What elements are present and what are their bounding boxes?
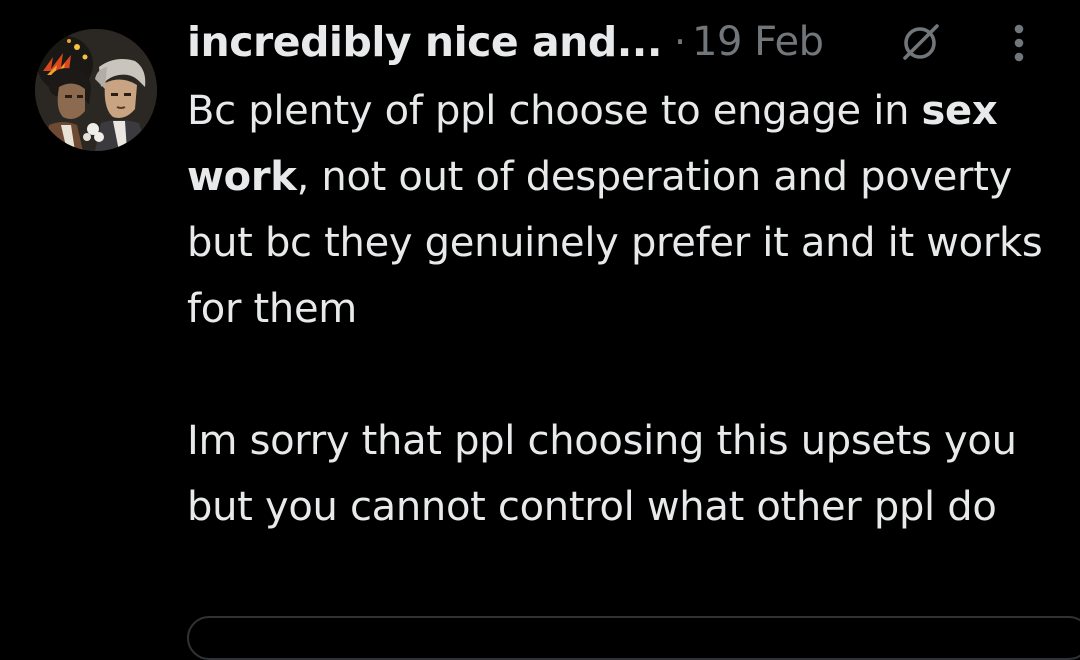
display-name[interactable]: incredibly nice and... <box>187 18 662 66</box>
tweet-paragraph-2: Im sorry that ppl choosing this upsets y… <box>187 418 1017 530</box>
muted-conversation-icon[interactable] <box>897 20 943 66</box>
tweet[interactable]: incredibly nice and... · 19 Feb Bc plent… <box>0 0 1080 660</box>
quoted-tweet-card[interactable] <box>187 616 1080 660</box>
avatar[interactable] <box>35 29 157 151</box>
more-icon-graphic <box>1014 24 1024 62</box>
tweet-paragraph-1: Bc plenty of ppl choose to engage in sex… <box>187 78 1057 342</box>
tweet-text: Bc plenty of ppl choose to engage in sex… <box>187 78 1057 540</box>
tweet-header: incredibly nice and... · 19 Feb <box>187 14 1067 70</box>
more-options-icon[interactable] <box>999 20 1039 66</box>
separator-dot: · <box>673 20 687 64</box>
mute-icon-graphic <box>903 24 939 60</box>
paragraph1-before: Bc plenty of ppl choose to engage in <box>187 88 922 134</box>
avatar-image <box>35 29 157 151</box>
timestamp[interactable]: 19 Feb <box>692 19 824 65</box>
paragraph1-after: , not out of desperation and poverty but… <box>187 154 1043 332</box>
